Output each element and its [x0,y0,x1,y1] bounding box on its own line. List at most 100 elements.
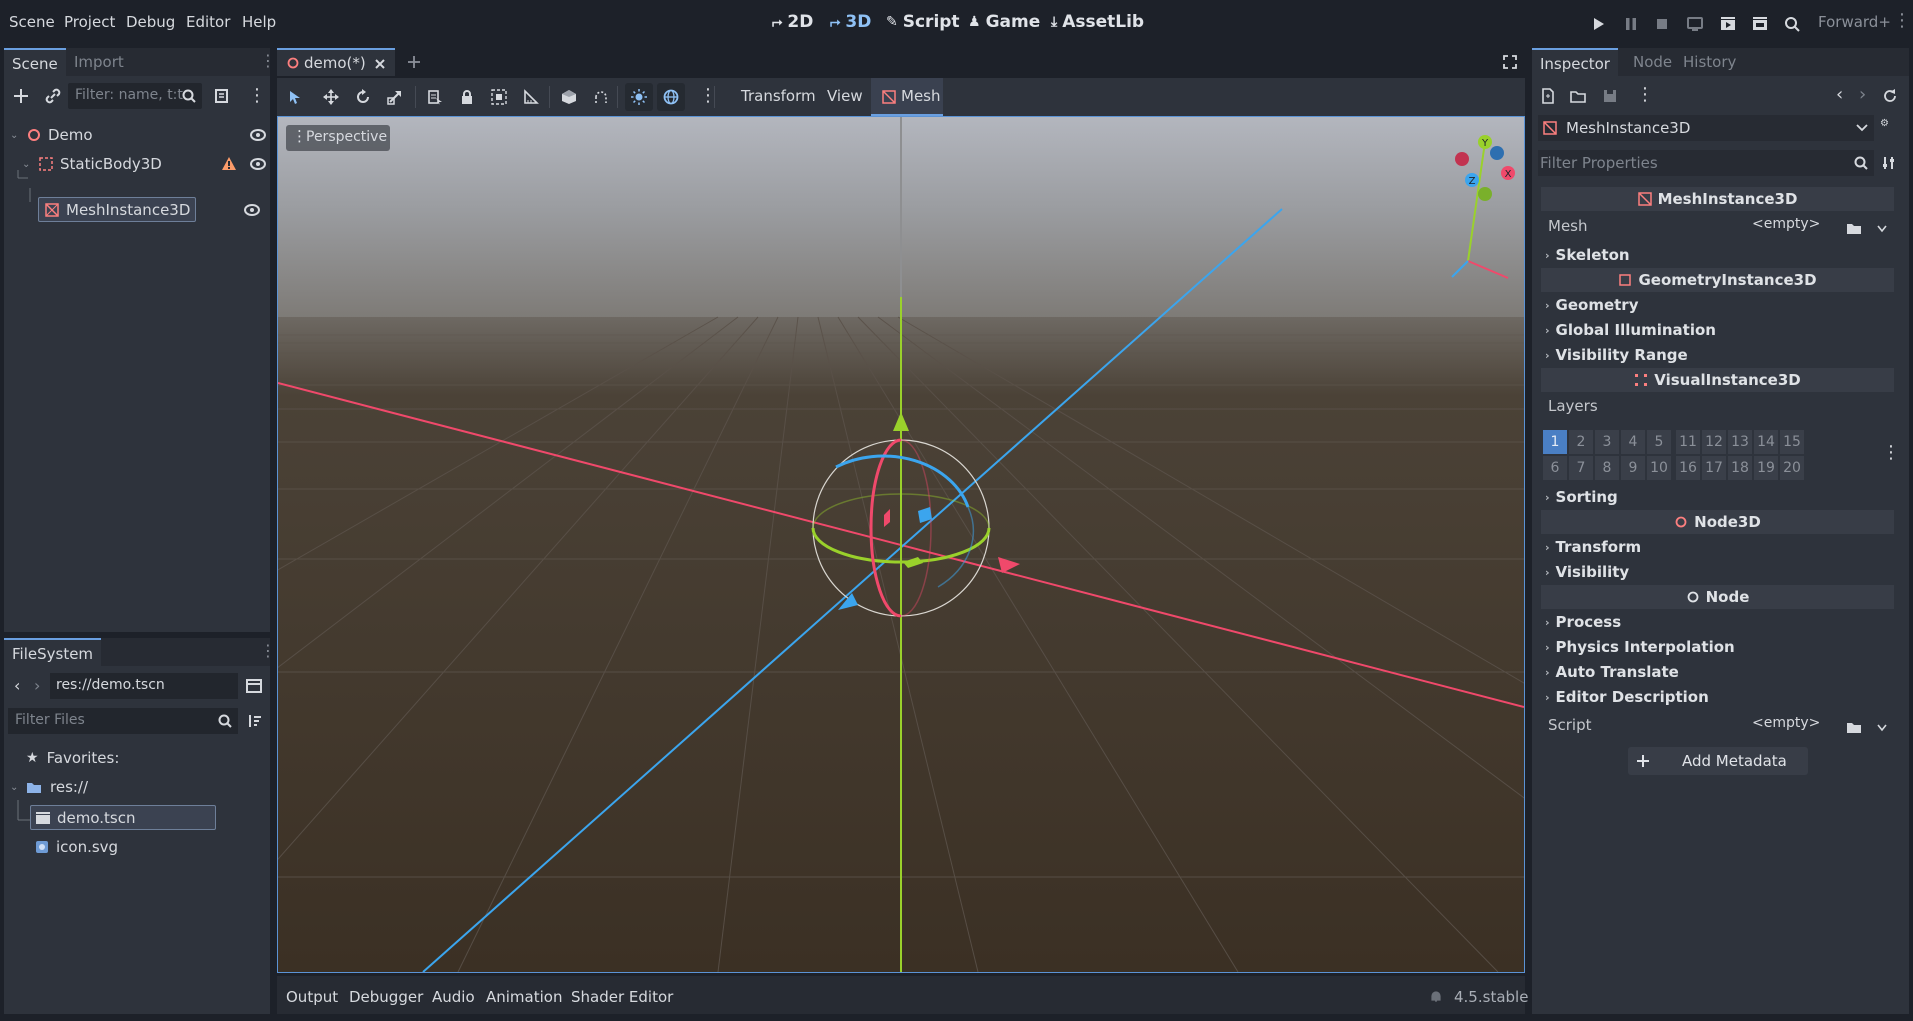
section-process[interactable]: › Process [1545,610,1621,634]
bottom-tab-shader-editor[interactable]: Shader Editor [571,988,673,1006]
menu-mesh[interactable]: Mesh [871,78,943,116]
neg-z-orient-ball[interactable] [1490,146,1504,160]
save-icon[interactable] [1602,88,1618,104]
bottom-tab-output[interactable]: Output [286,988,338,1006]
object-history-icon[interactable] [1882,88,1898,104]
new-resource-icon[interactable] [1540,88,1556,104]
layer-11[interactable]: 11 [1676,430,1700,454]
renderer-select[interactable]: Forward+ [1818,13,1891,31]
layer-17[interactable]: 17 [1702,456,1726,480]
tab-import[interactable]: Import [66,48,132,76]
menu-project[interactable]: Project [64,13,115,31]
main-screen-game-button[interactable]: ♟ Game [968,12,1040,32]
local-space-icon[interactable] [561,89,577,105]
chevron-down-icon[interactable] [1877,225,1887,233]
tab-scene[interactable]: Scene [4,48,66,76]
preview-sun-toggle[interactable] [625,83,653,111]
bell-icon[interactable] [1429,989,1443,1003]
layer-6[interactable]: 6 [1543,456,1567,480]
menu-scene[interactable]: Scene [9,13,55,31]
tree-row-staticbody3d[interactable]: ⌄ StaticBody3D [22,151,266,177]
scene-filter-input[interactable]: Filter: name, t:t [68,83,202,109]
rotate-tool-icon[interactable] [355,89,371,105]
select-tool-icon[interactable] [287,89,303,105]
dock-menu-icon[interactable]: ⋮ [260,51,276,70]
visibility-icon[interactable] [250,157,266,171]
section-physics-interpolation[interactable]: › Physics Interpolation [1545,635,1735,659]
play-scene-button[interactable] [1718,14,1738,34]
tab-history[interactable]: History [1675,48,1744,76]
instance-scene-button[interactable] [42,85,64,107]
section-visibility-range[interactable]: › Visibility Range [1545,343,1688,367]
bottom-tab-debugger[interactable]: Debugger [349,988,423,1006]
file-row-icon-svg[interactable]: icon.svg [30,834,118,860]
load-resource-icon[interactable] [1846,720,1862,734]
3d-viewport[interactable]: Y X Z ⋮ Perspective [277,116,1525,973]
section-transform[interactable]: › Transform [1545,535,1641,559]
layer-3[interactable]: 3 [1595,430,1619,454]
stop-button[interactable] [1652,14,1672,34]
perspective-menu-button[interactable]: ⋮ Perspective [286,125,390,151]
section-global-illumination[interactable]: › Global Illumination [1545,318,1716,342]
layer-16[interactable]: 16 [1676,456,1700,480]
filter-properties-input[interactable]: Filter Properties [1538,150,1874,176]
play-custom-scene-button[interactable] [1750,14,1770,34]
add-tab-icon[interactable] [407,55,421,69]
history-forward-icon[interactable]: › [1859,84,1866,105]
scene-tab-demo[interactable]: demo(*) [277,48,395,76]
menu-editor[interactable]: Editor [186,13,230,31]
preview-environment-toggle[interactable] [657,83,685,111]
doc-help-icon[interactable]: ⚙ [1880,118,1902,140]
layer-13[interactable]: 13 [1728,430,1752,454]
ruler-icon[interactable] [523,89,539,105]
layer-9[interactable]: 9 [1621,456,1645,480]
bottom-tab-animation[interactable]: Animation [486,988,562,1006]
warning-icon[interactable] [221,156,237,172]
close-icon[interactable] [374,58,386,70]
layer-12[interactable]: 12 [1702,430,1726,454]
group-icon[interactable] [491,89,507,105]
history-back-icon[interactable]: ‹ [1836,84,1843,105]
layer-19[interactable]: 19 [1754,456,1778,480]
remote-debug-button[interactable] [1685,14,1705,34]
file-row-demo-tscn[interactable]: demo.tscn [30,805,216,830]
neg-y-orient-ball[interactable] [1478,187,1492,201]
section-visibility[interactable]: › Visibility [1545,560,1629,584]
scale-tool-icon[interactable] [387,89,403,105]
layer-7[interactable]: 7 [1569,456,1593,480]
bottom-tab-audio[interactable]: Audio [432,988,475,1006]
path-field[interactable]: res://demo.tscn [50,673,238,699]
main-screen-3d-button[interactable]: ⮣ 3D [830,12,871,32]
tab-filesystem[interactable]: FileSystem [4,638,102,666]
forward-arrow-icon[interactable]: › [34,676,40,695]
layer-8[interactable]: 8 [1595,456,1619,480]
tab-node[interactable]: Node [1625,48,1680,76]
section-skeleton[interactable]: › Skeleton [1545,243,1630,267]
layer-20[interactable]: 20 [1780,456,1804,480]
main-screen-2d-button[interactable]: ⮣ 2D [772,12,813,32]
play-button[interactable] [1588,14,1608,34]
object-selector[interactable]: MeshInstance3D [1538,115,1874,141]
section-editor-description[interactable]: › Editor Description [1545,685,1709,709]
add-metadata-button[interactable]: Add Metadata [1628,747,1808,775]
menu-view[interactable]: View [827,87,863,105]
layer-15[interactable]: 15 [1780,430,1804,454]
property-value-script[interactable]: <empty> [1740,711,1840,737]
viewport-scene[interactable]: Y X Z [278,117,1524,972]
scene-more-icon[interactable]: ⋮ [248,85,266,106]
back-arrow-icon[interactable]: ‹ [14,676,20,695]
open-folder-icon[interactable] [1570,88,1586,104]
load-resource-icon[interactable] [1846,221,1862,235]
sort-icon[interactable] [246,713,262,729]
layer-2[interactable]: 2 [1569,430,1593,454]
list-select-icon[interactable] [427,89,443,105]
section-auto-translate[interactable]: › Auto Translate [1545,660,1679,684]
layer-14[interactable]: 14 [1754,430,1778,454]
movie-maker-button[interactable] [1782,14,1802,34]
dock-menu-icon[interactable]: ⋮ [260,641,276,660]
attach-script-button[interactable] [211,85,233,107]
distraction-free-icon[interactable] [1503,55,1517,69]
layer-18[interactable]: 18 [1728,456,1752,480]
pause-button[interactable] [1621,14,1641,34]
section-geometry[interactable]: › Geometry [1545,293,1639,317]
